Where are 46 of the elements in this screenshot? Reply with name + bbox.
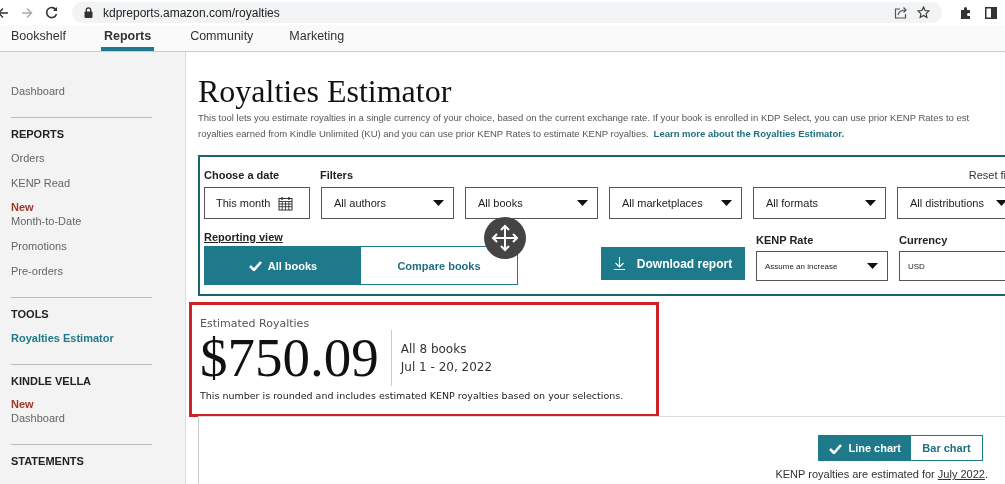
nav-tab[interactable]: Community — [190, 25, 254, 51]
section-heading: TOOLS — [11, 307, 50, 321]
nav-tab[interactable]: Marketing — [289, 25, 345, 51]
section-heading: STATEMENTS — [11, 454, 85, 468]
filter-dropdown[interactable]: All formats — [753, 187, 886, 219]
description-text: royalties earned from Kindle Unlimited (KU) and you can use prior KENP Rates to estimate KENP royalties. — [198, 127, 649, 141]
new-label: New — [11, 201, 35, 214]
sidebar-link[interactable]: KENP Read — [11, 176, 185, 190]
estimate-label: Estimated Royalties — [200, 317, 311, 330]
sidebar-link[interactable]: Dashboard — [11, 411, 185, 425]
reset-filters-link[interactable]: Reset fi — [968, 169, 1005, 181]
book-count: All 8 books — [400, 341, 468, 358]
view-toggle-button[interactable]: All books — [205, 247, 361, 284]
sidebar-link[interactable]: Month-to-Date — [11, 214, 185, 228]
sidebar-link[interactable]: Orders — [11, 151, 185, 165]
sidebar-link[interactable]: Pre-orders — [11, 264, 185, 278]
sidebar-link[interactable]: Royalties Estimator — [11, 331, 185, 345]
download-button[interactable]: Download report — [601, 247, 745, 280]
description-text: This tool lets you estimate royalties in a single currency of your choice, based on the current exchange rate. If your book is enrolled in KDP Select, you can use prior KENP Rates to est — [198, 111, 971, 125]
filter-dropdown[interactable]: All marketplaces — [609, 187, 742, 219]
filter-dropdown[interactable]: All distributions — [897, 187, 1005, 219]
section-heading: KINDLE VELLA — [11, 374, 93, 388]
royalty-amount: $750.09 — [200, 330, 392, 386]
date-range: Jul 1 - 20, 2022 — [400, 359, 493, 376]
filter-dropdown[interactable]: All authors — [321, 187, 454, 219]
estimate-note: This number is rounded and includes estimated KENP royalties based on your selections. — [200, 390, 625, 401]
new-label: New — [11, 398, 35, 411]
kenp-rate-dropdown[interactable]: Assume an increase — [756, 251, 888, 281]
currency-field[interactable]: USD — [899, 251, 1005, 281]
field-label: Choose a date — [204, 169, 281, 181]
month-link[interactable]: July 2022 — [937, 468, 985, 480]
sidebar-link[interactable]: Dashboard — [11, 84, 185, 98]
field-label: KENP Rate — [756, 234, 815, 246]
field-label: Currency — [899, 234, 949, 246]
learn-more-link[interactable]: Learn more about the Royalties Estimator. — [653, 126, 845, 142]
date-picker[interactable]: This month — [204, 187, 310, 219]
chart-type-button[interactable]: Line chart — [819, 436, 911, 460]
footnote-text: KENP royalties are estimated for July 2022. — [775, 468, 988, 480]
page-title: Royalties Estimator — [198, 72, 453, 110]
address-bar[interactable]: kdpreports.amazon.com/royalties — [72, 2, 942, 23]
field-label: Filters — [320, 169, 353, 181]
field-label: Reporting view — [204, 231, 284, 243]
filter-dropdown[interactable]: All books — [465, 187, 598, 219]
section-heading: REPORTS — [11, 127, 66, 141]
nav-tab[interactable]: Bookshelf — [11, 25, 66, 51]
sidebar-link[interactable]: Promotions — [11, 239, 185, 253]
